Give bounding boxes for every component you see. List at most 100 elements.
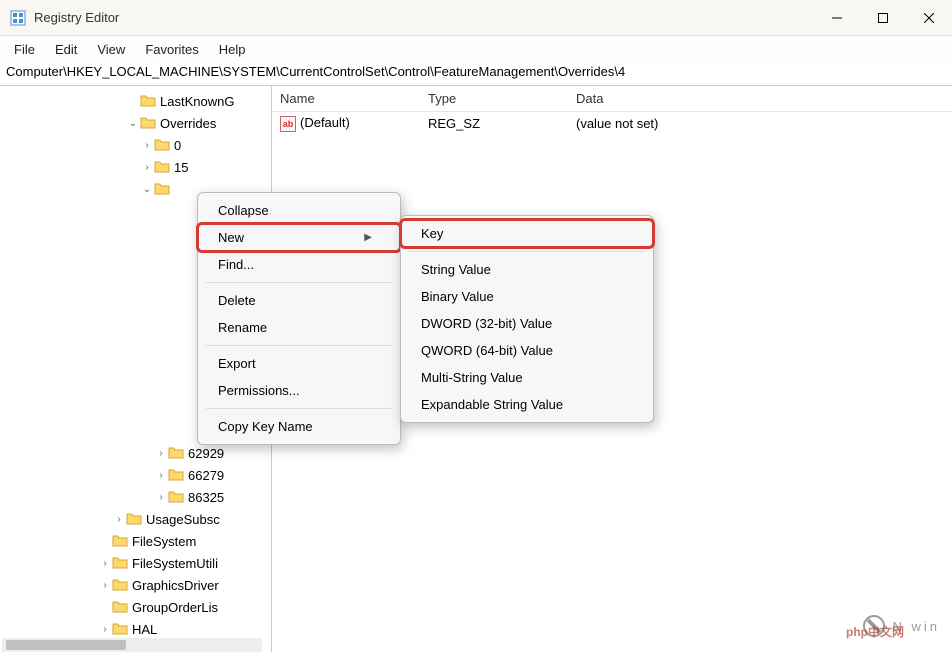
value-row-default[interactable]: ab (Default) REG_SZ (value not set) bbox=[272, 112, 952, 134]
folder-icon bbox=[168, 467, 184, 483]
folder-icon bbox=[112, 555, 128, 571]
folder-icon bbox=[126, 511, 142, 527]
tree-item-lastknown[interactable]: LastKnownG bbox=[0, 90, 271, 112]
expander-icon[interactable]: › bbox=[154, 470, 168, 481]
submenu-qword-value[interactable]: QWORD (64-bit) Value bbox=[401, 337, 653, 364]
context-copy-key-name[interactable]: Copy Key Name bbox=[198, 413, 400, 440]
tree-item-0[interactable]: › 0 bbox=[0, 134, 271, 156]
expander-icon[interactable]: › bbox=[112, 514, 126, 525]
submenu-label: Key bbox=[421, 226, 443, 241]
context-find[interactable]: Find... bbox=[198, 251, 400, 278]
expander-icon[interactable]: › bbox=[140, 140, 154, 151]
tree-item-62929[interactable]: › 62929 bbox=[0, 442, 271, 464]
expander-icon[interactable]: › bbox=[98, 624, 112, 635]
string-value-icon: ab bbox=[280, 116, 296, 132]
tree-label: FileSystem bbox=[132, 534, 196, 549]
value-name: (Default) bbox=[300, 115, 350, 130]
maximize-button[interactable] bbox=[860, 0, 906, 36]
menu-view[interactable]: View bbox=[87, 39, 135, 60]
expander-icon[interactable]: › bbox=[98, 558, 112, 569]
tree-item-filesystem[interactable]: FileSystem bbox=[0, 530, 271, 552]
context-delete[interactable]: Delete bbox=[198, 287, 400, 314]
context-permissions[interactable]: Permissions... bbox=[198, 377, 400, 404]
tree-label: HAL bbox=[132, 622, 157, 637]
scrollbar-thumb[interactable] bbox=[6, 640, 126, 650]
folder-icon bbox=[112, 621, 128, 637]
folder-icon bbox=[154, 137, 170, 153]
value-data: (value not set) bbox=[568, 114, 952, 133]
folder-icon bbox=[140, 115, 156, 131]
col-data[interactable]: Data bbox=[568, 87, 952, 110]
tree-label: Overrides bbox=[160, 116, 216, 131]
context-separator bbox=[409, 251, 645, 252]
title-bar: Registry Editor bbox=[0, 0, 952, 36]
submenu-label: DWORD (32-bit) Value bbox=[421, 316, 552, 331]
submenu-binary-value[interactable]: Binary Value bbox=[401, 283, 653, 310]
menu-file[interactable]: File bbox=[4, 39, 45, 60]
context-label: Collapse bbox=[218, 203, 269, 218]
tree-label: 86325 bbox=[188, 490, 224, 505]
minimize-button[interactable] bbox=[814, 0, 860, 36]
context-label: Delete bbox=[218, 293, 256, 308]
expander-icon[interactable]: ⌄ bbox=[140, 184, 154, 195]
submenu-multi-string-value[interactable]: Multi-String Value bbox=[401, 364, 653, 391]
col-type[interactable]: Type bbox=[420, 87, 568, 110]
tree-label: 66279 bbox=[188, 468, 224, 483]
app-icon bbox=[10, 10, 26, 26]
watermark-php: php中文网 bbox=[846, 623, 904, 640]
menu-favorites[interactable]: Favorites bbox=[135, 39, 208, 60]
tree-item-86325[interactable]: › 86325 bbox=[0, 486, 271, 508]
submenu-label: Multi-String Value bbox=[421, 370, 523, 385]
context-label: Rename bbox=[218, 320, 267, 335]
context-label: Export bbox=[218, 356, 256, 371]
expander-icon[interactable]: › bbox=[154, 448, 168, 459]
col-name[interactable]: Name bbox=[272, 87, 420, 110]
tree-item-grouporderlis[interactable]: GroupOrderLis bbox=[0, 596, 271, 618]
tree-item-usagesubsc[interactable]: › UsageSubsc bbox=[0, 508, 271, 530]
folder-icon bbox=[168, 445, 184, 461]
value-name-cell: ab (Default) bbox=[272, 113, 420, 134]
context-collapse[interactable]: Collapse bbox=[198, 197, 400, 224]
tree-label: UsageSubsc bbox=[146, 512, 220, 527]
submenu-expandable-string-value[interactable]: Expandable String Value bbox=[401, 391, 653, 418]
value-type: REG_SZ bbox=[420, 114, 568, 133]
tree-item-graphicsdriver[interactable]: › GraphicsDriver bbox=[0, 574, 271, 596]
address-bar[interactable]: Computer\HKEY_LOCAL_MACHINE\SYSTEM\Curre… bbox=[0, 62, 952, 86]
context-label: Copy Key Name bbox=[218, 419, 313, 434]
expander-icon[interactable]: › bbox=[98, 580, 112, 591]
submenu-label: Expandable String Value bbox=[421, 397, 563, 412]
folder-icon bbox=[112, 577, 128, 593]
folder-icon bbox=[168, 489, 184, 505]
tree-label: 62929 bbox=[188, 446, 224, 461]
submenu-label: QWORD (64-bit) Value bbox=[421, 343, 553, 358]
submenu-string-value[interactable]: String Value bbox=[401, 256, 653, 283]
menu-edit[interactable]: Edit bbox=[45, 39, 87, 60]
tree-item-overrides[interactable]: ⌄ Overrides bbox=[0, 112, 271, 134]
close-button[interactable] bbox=[906, 0, 952, 36]
expander-icon[interactable]: ⌄ bbox=[126, 118, 140, 129]
context-new[interactable]: New ▶ bbox=[198, 224, 400, 251]
tree-item-hal[interactable]: › HAL bbox=[0, 618, 271, 640]
tree-label: FileSystemUtili bbox=[132, 556, 218, 571]
window-title: Registry Editor bbox=[34, 10, 814, 25]
submenu-key[interactable]: Key bbox=[401, 220, 653, 247]
expander-icon[interactable]: › bbox=[154, 492, 168, 503]
context-label: Permissions... bbox=[218, 383, 300, 398]
tree-item-filesystemutil[interactable]: › FileSystemUtili bbox=[0, 552, 271, 574]
new-submenu: Key String Value Binary Value DWORD (32-… bbox=[400, 215, 654, 423]
submenu-dword-value[interactable]: DWORD (32-bit) Value bbox=[401, 310, 653, 337]
horizontal-scrollbar[interactable] bbox=[2, 638, 262, 652]
tree-item-66279[interactable]: › 66279 bbox=[0, 464, 271, 486]
submenu-arrow-icon: ▶ bbox=[364, 232, 372, 243]
context-label: Find... bbox=[218, 257, 254, 272]
expander-icon[interactable]: › bbox=[140, 162, 154, 173]
context-export[interactable]: Export bbox=[198, 350, 400, 377]
menu-help[interactable]: Help bbox=[209, 39, 256, 60]
context-separator bbox=[206, 408, 392, 409]
values-header: Name Type Data bbox=[272, 86, 952, 112]
submenu-label: Binary Value bbox=[421, 289, 494, 304]
folder-icon bbox=[112, 599, 128, 615]
tree-item-15[interactable]: › 15 bbox=[0, 156, 271, 178]
context-rename[interactable]: Rename bbox=[198, 314, 400, 341]
tree-label: GraphicsDriver bbox=[132, 578, 219, 593]
